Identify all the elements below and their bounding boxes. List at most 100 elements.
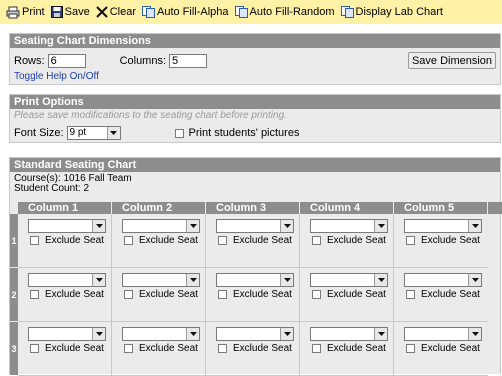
exclude-seat-label: Exclude Seat [421, 289, 480, 300]
exclude-seat-option: Exclude Seat [30, 235, 104, 246]
column-header: Column 3 [206, 202, 300, 214]
exclude-seat-checkbox[interactable] [218, 344, 227, 353]
chevron-down-icon [374, 328, 387, 340]
row-number: 1 [10, 214, 18, 267]
save-dimension-button[interactable]: Save Dimension [408, 52, 496, 69]
column-header: Column 4 [300, 202, 394, 214]
exclude-seat-checkbox[interactable] [124, 290, 133, 299]
student-count: Student Count: 2 [14, 183, 90, 194]
seat-student-select[interactable] [28, 219, 106, 233]
close-x-icon [95, 6, 108, 18]
exclude-seat-label: Exclude Seat [327, 235, 386, 246]
exclude-seat-checkbox[interactable] [124, 344, 133, 353]
print-note: Please save modifications to the seating… [14, 110, 287, 121]
toggle-help-link[interactable]: Toggle Help On/Off [14, 71, 99, 82]
seat-student-select[interactable] [404, 327, 482, 341]
row-number: 2 [10, 268, 18, 321]
print-options-row: Font Size: 9 pt Print students' pictures [14, 126, 299, 140]
column-divider [111, 268, 112, 322]
exclude-seat-checkbox[interactable] [406, 344, 415, 353]
exclude-seat-label: Exclude Seat [45, 235, 104, 246]
exclude-seat-checkbox[interactable] [124, 236, 133, 245]
seat-cell: Exclude Seat [112, 214, 206, 268]
chevron-down-icon [92, 328, 105, 340]
exclude-seat-checkbox[interactable] [30, 344, 39, 353]
seat-student-select[interactable] [216, 327, 294, 341]
exclude-seat-option: Exclude Seat [30, 343, 104, 354]
row-number: 3 [10, 322, 18, 375]
seat-student-select[interactable] [122, 273, 200, 287]
column-header: Column 2 [112, 202, 206, 214]
exclude-seat-label: Exclude Seat [327, 289, 386, 300]
print-button[interactable]: Print [6, 6, 45, 19]
exclude-seat-option: Exclude Seat [218, 343, 292, 354]
seat-student-select[interactable] [28, 327, 106, 341]
save-label: Save [64, 6, 90, 18]
chevron-down-icon [468, 220, 481, 232]
font-size-select[interactable]: 9 pt [66, 126, 121, 140]
seat-cell: Exclude Seat [394, 322, 488, 376]
exclude-seat-checkbox[interactable] [218, 236, 227, 245]
dimensions-fields: Rows: Columns: [14, 54, 208, 68]
seat-cell: Exclude Seat [206, 268, 300, 322]
column-header: Column 5 [394, 202, 488, 214]
seat-student-select[interactable] [404, 273, 482, 287]
exclude-seat-checkbox[interactable] [406, 236, 415, 245]
seat-student-select[interactable] [216, 273, 294, 287]
display-lab-chart-button[interactable]: Display Lab Chart [340, 6, 443, 18]
floppy-disk-icon [50, 6, 63, 18]
auto-fill-random-label: Auto Fill-Random [249, 6, 335, 18]
save-button[interactable]: Save [50, 6, 90, 18]
print-pictures-checkbox[interactable] [174, 128, 184, 138]
exclude-seat-option: Exclude Seat [124, 235, 198, 246]
columns-input[interactable] [169, 54, 208, 68]
exclude-seat-checkbox[interactable] [312, 344, 321, 353]
seat-student-select[interactable] [404, 219, 482, 233]
exclude-seat-label: Exclude Seat [233, 289, 292, 300]
exclude-seat-label: Exclude Seat [45, 343, 104, 354]
exclude-seat-checkbox[interactable] [312, 236, 321, 245]
seat-student-select[interactable] [310, 219, 388, 233]
chevron-down-icon [468, 328, 481, 340]
seat-cell: Exclude Seat [300, 322, 394, 376]
column-divider [299, 268, 300, 322]
seat-student-select[interactable] [122, 219, 200, 233]
column-divider [393, 322, 394, 376]
seat-student-select[interactable] [310, 327, 388, 341]
chevron-down-icon [374, 274, 387, 286]
column-divider [393, 214, 394, 268]
seat-student-select[interactable] [216, 219, 294, 233]
font-size-value: 9 pt [69, 127, 87, 138]
seat-student-select[interactable] [28, 273, 106, 287]
exclude-seat-option: Exclude Seat [124, 343, 198, 354]
chevron-down-icon [468, 274, 481, 286]
auto-fill-random-button[interactable]: Auto Fill-Random [234, 6, 335, 18]
exclude-seat-option: Exclude Seat [406, 289, 480, 300]
font-size-label: Font Size: [14, 127, 64, 139]
toolbar: Print Save Clear Auto Fill-Alpha Auto Fi… [0, 0, 502, 24]
seat-cell: Exclude Seat [18, 322, 112, 376]
column-header-row: Column 1 Column 2 Column 3 Column 4 Column 5 [18, 202, 502, 214]
exclude-seat-label: Exclude Seat [233, 343, 292, 354]
clear-button[interactable]: Clear [95, 6, 136, 18]
clear-label: Clear [109, 6, 136, 18]
chevron-down-icon [186, 274, 199, 286]
exclude-seat-checkbox[interactable] [312, 290, 321, 299]
seat-cell: Exclude Seat [18, 268, 112, 322]
exclude-seat-option: Exclude Seat [312, 343, 386, 354]
exclude-seat-option: Exclude Seat [312, 289, 386, 300]
rows-input[interactable] [47, 54, 86, 68]
seat-cell: Exclude Seat [394, 214, 488, 268]
exclude-seat-checkbox[interactable] [406, 290, 415, 299]
exclude-seat-option: Exclude Seat [312, 235, 386, 246]
exclude-seat-checkbox[interactable] [30, 290, 39, 299]
chart-info: Course(s): 1016 Fall Team Student Count:… [14, 174, 132, 194]
seat-cell: Exclude Seat [206, 322, 300, 376]
seat-student-select[interactable] [122, 327, 200, 341]
chevron-down-icon [92, 220, 105, 232]
exclude-seat-checkbox[interactable] [30, 236, 39, 245]
exclude-seat-checkbox[interactable] [218, 290, 227, 299]
seat-student-select[interactable] [310, 273, 388, 287]
rows-label: Rows: [14, 55, 45, 67]
auto-fill-alpha-button[interactable]: Auto Fill-Alpha [142, 6, 229, 18]
